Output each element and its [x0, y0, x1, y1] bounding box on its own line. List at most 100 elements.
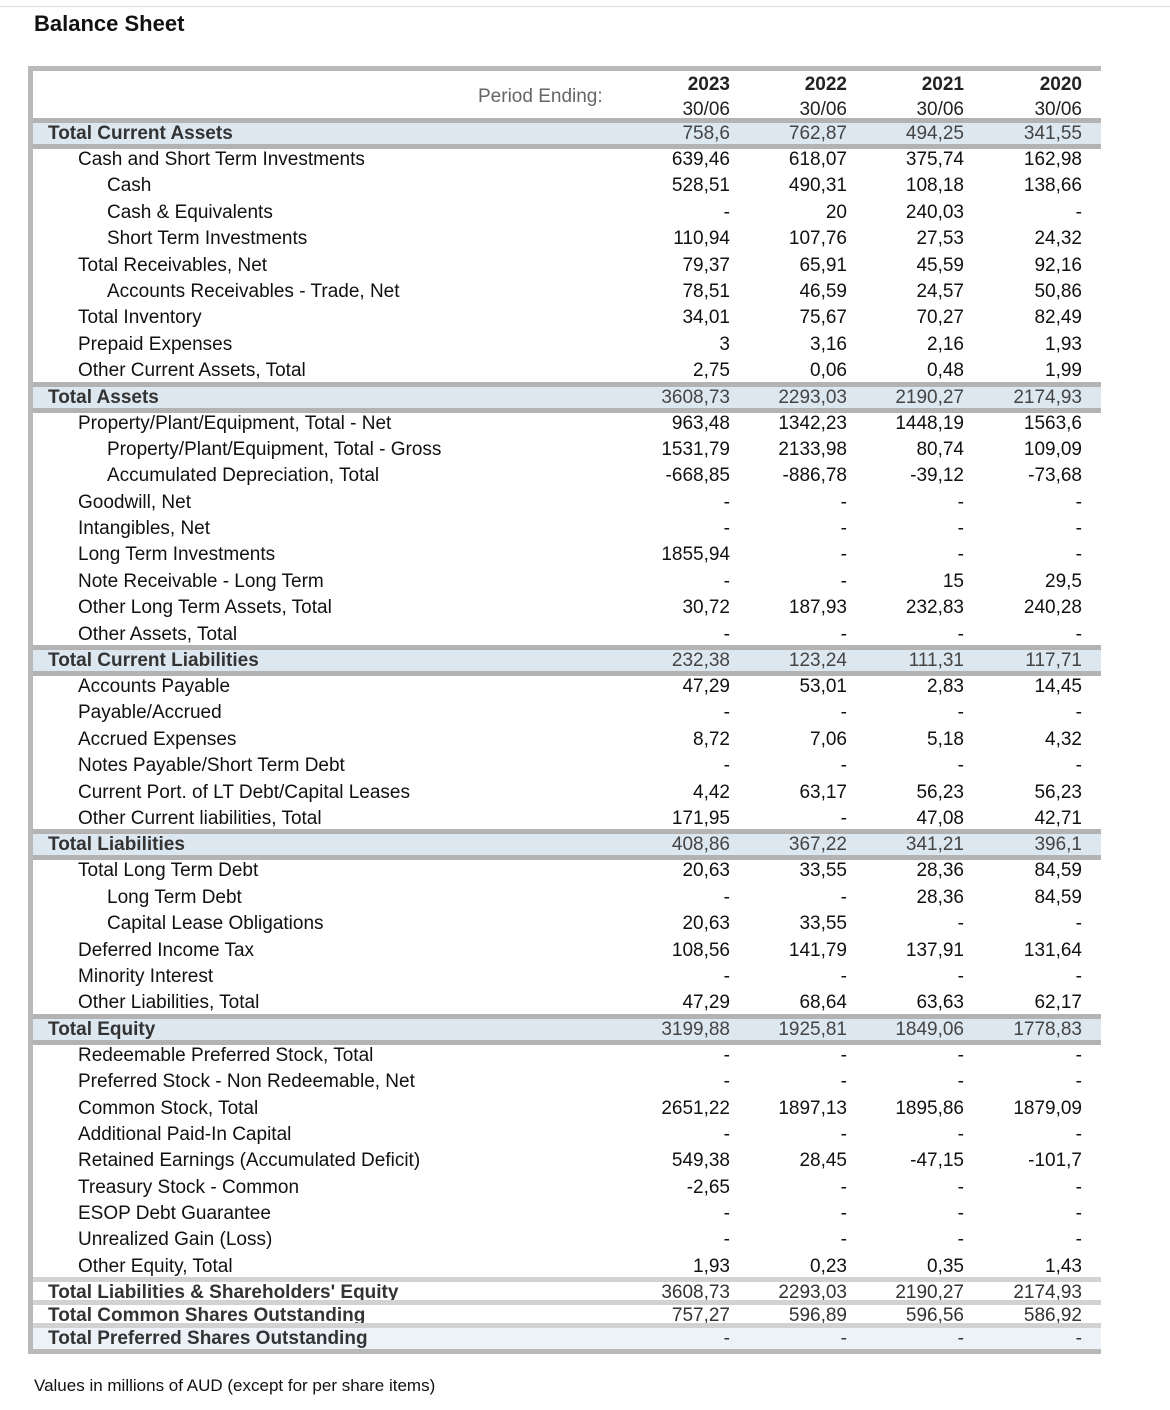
row-label: Other Current liabilities, Total — [78, 807, 322, 829]
value-cell: - — [723, 965, 730, 987]
value-cell: 162,98 — [1023, 149, 1082, 170]
value-cell: 232,83 — [905, 597, 964, 619]
value-cell: 42,71 — [1034, 807, 1082, 829]
value-cell: 68,64 — [799, 992, 847, 1014]
value-cell: - — [957, 518, 964, 540]
value-cell: - — [723, 1044, 730, 1066]
row-label: Cash — [107, 175, 152, 197]
value-cell: 84,59 — [1034, 860, 1082, 882]
value-cell: 2190,27 — [895, 386, 964, 408]
table-row: Retained Earnings (Accumulated Deficit) 5… — [33, 1148, 1101, 1174]
value-cell: 14,45 — [1034, 676, 1082, 698]
value-cell: -2,65 — [686, 1176, 730, 1198]
row-label: Notes Payable/Short Term Debt — [78, 755, 345, 777]
value-cell: 2,16 — [927, 333, 964, 355]
value-cell: 62,17 — [1034, 992, 1082, 1014]
value-cell: 1342,23 — [778, 412, 847, 434]
table-row: Preferred Stock - Non Redeemable, Net - - -… — [33, 1069, 1101, 1095]
year-header: 2023 — [687, 74, 730, 95]
value-cell: - — [840, 1176, 847, 1198]
row-label: Property/Plant/Equipment, Total - Gross — [107, 438, 442, 460]
value-cell: 75,67 — [799, 307, 847, 329]
table-row: Accrued Expenses 8,72 7,06 5,18 4,32 — [33, 727, 1101, 753]
value-cell: 15 — [942, 570, 964, 592]
value-cell: - — [840, 1044, 847, 1066]
row-label: Current Port. of LT Debt/Capital Leases — [78, 781, 410, 803]
footnote: Values in millions of AUD (except for pe… — [34, 1376, 436, 1395]
value-cell: - — [957, 965, 964, 987]
table-row: Additional Paid-In Capital - - - - — [33, 1122, 1101, 1148]
value-cell: 24,32 — [1034, 228, 1082, 250]
table-row: Total Receivables, Net 79,37 65,91 45,59 92,… — [33, 253, 1101, 279]
value-cell: - — [1075, 702, 1082, 724]
value-cell: 762,87 — [788, 123, 847, 144]
value-cell: - — [723, 518, 730, 540]
row-label: Other Long Term Assets, Total — [78, 597, 332, 619]
value-cell: 7,06 — [810, 728, 847, 750]
table-row: Goodwill, Net - - - - — [33, 490, 1101, 516]
value-cell: 1879,09 — [1013, 1097, 1082, 1119]
total-row: Total Current Assets 758,6 762,87 494,25 341… — [33, 118, 1101, 149]
value-cell: 1,99 — [1045, 360, 1082, 382]
row-label: Short Term Investments — [107, 228, 308, 250]
table-row: Current Port. of LT Debt/Capital Leases 4… — [33, 780, 1101, 806]
value-cell: 618,07 — [788, 149, 847, 170]
value-cell: - — [840, 886, 847, 908]
table-row: Intangibles, Net - - - - — [33, 516, 1101, 542]
row-label: Total Equity — [48, 1018, 156, 1040]
value-cell: -886,78 — [782, 465, 847, 487]
row-label: Accumulated Depreciation, Total — [107, 465, 380, 487]
value-cell: - — [723, 1203, 730, 1225]
value-cell: - — [723, 491, 730, 513]
value-cell: 30,72 — [682, 597, 730, 619]
value-cell: - — [1075, 913, 1082, 935]
value-cell: 963,48 — [671, 412, 730, 434]
value-cell: 27,53 — [916, 228, 964, 250]
value-cell: 4,32 — [1045, 728, 1082, 750]
value-cell: 50,86 — [1034, 280, 1082, 302]
row-label: Goodwill, Net — [78, 491, 191, 513]
table-row: Prepaid Expenses 3 3,16 2,16 1,93 — [33, 332, 1101, 358]
value-cell: 1531,79 — [661, 438, 730, 460]
value-cell: - — [840, 1328, 847, 1350]
table-row: Property/Plant/Equipment, Total - Gross 1… — [33, 437, 1101, 463]
value-cell: 1897,13 — [778, 1097, 847, 1119]
value-cell: -668,85 — [665, 465, 730, 487]
value-cell: -39,12 — [910, 465, 964, 487]
row-label: Long Term Investments — [78, 544, 276, 566]
row-label: ESOP Debt Guarantee — [78, 1203, 271, 1225]
row-label: Additional Paid-In Capital — [78, 1123, 292, 1145]
value-cell: - — [723, 755, 730, 777]
value-cell: - — [723, 702, 730, 724]
value-cell: 123,24 — [788, 650, 847, 672]
total-row: Total Liabilities 408,86 367,22 341,21 396,1 — [33, 829, 1101, 861]
value-cell: 1855,94 — [661, 544, 730, 566]
value-cell: 45,59 — [916, 254, 964, 276]
value-cell: 3199,88 — [661, 1018, 730, 1040]
value-cell: 33,55 — [799, 913, 847, 935]
value-cell: 141,79 — [788, 939, 847, 961]
row-label: Total Long Term Debt — [78, 860, 259, 882]
value-cell: 47,29 — [682, 992, 730, 1014]
value-cell: 1849,06 — [895, 1018, 964, 1040]
value-cell: 396,1 — [1034, 834, 1082, 856]
value-cell: 240,03 — [905, 201, 964, 223]
value-cell: - — [840, 1071, 847, 1093]
value-cell: - — [957, 702, 964, 724]
value-cell: 111,31 — [908, 650, 964, 672]
row-label: Other Equity, Total — [78, 1255, 233, 1277]
value-cell: - — [1075, 1203, 1082, 1225]
value-cell: 63,63 — [916, 992, 964, 1014]
value-cell: 4,42 — [693, 781, 730, 803]
value-cell: - — [723, 570, 730, 592]
value-cell: 20 — [825, 201, 847, 223]
table-row: Payable/Accrued - - - - — [33, 700, 1101, 726]
row-label: Note Receivable - Long Term — [78, 570, 324, 592]
value-cell: 53,01 — [799, 676, 847, 698]
row-label: Total Receivables, Net — [78, 254, 268, 276]
value-cell: 70,27 — [916, 307, 964, 329]
value-cell: 408,86 — [671, 834, 730, 856]
value-cell: - — [840, 570, 847, 592]
value-cell: 28,36 — [916, 886, 964, 908]
value-cell: 138,66 — [1023, 175, 1082, 197]
